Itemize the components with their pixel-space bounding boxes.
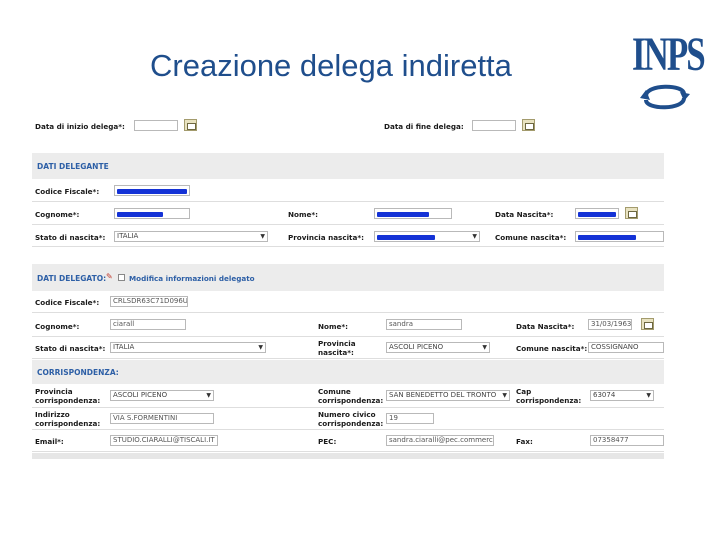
redaction-bar (377, 235, 435, 240)
corr-fax-label: Fax: (516, 437, 533, 446)
corr-provincia-label: Provincia corrispondenza: (35, 387, 101, 405)
delegato-stato-select[interactable]: ITALIA ▼ (110, 342, 266, 353)
delegante-stato-select[interactable]: ITALIA ▼ (114, 231, 268, 242)
delegante-name-row: Cognome*: Nome*: Data Nascita*: (32, 202, 664, 225)
date-range-row: Data di inizio delega*: Data di fine del… (32, 113, 664, 139)
corr-cap-select[interactable]: 63074 ▼ (590, 390, 654, 401)
delegato-comune-label: Comune nascita*: (516, 344, 588, 353)
corr-indirizzo-input[interactable]: VIA S.FORMENTINI (110, 413, 214, 424)
delegato-cf-label: Codice Fiscale*: (35, 298, 100, 307)
delegato-provincia-label: Provincia nascita*: (318, 339, 356, 357)
logo-text: INPS (632, 28, 706, 81)
delegato-birthdate-label: Data Nascita*: (516, 322, 575, 331)
dropdown-arrow-icon: ▼ (502, 392, 507, 399)
dropdown-arrow-icon: ▼ (472, 233, 477, 240)
delega-form-screenshot: Data di inizio delega*: Data di fine del… (32, 113, 664, 463)
slide-title: Creazione delega indiretta (150, 48, 512, 83)
redaction-bar (578, 212, 616, 217)
delegato-cf-input[interactable]: CRLSDR63C71D096U (110, 296, 188, 307)
dropdown-arrow-icon: ▼ (206, 392, 211, 399)
corr-cap-label: Cap corrispondenza: (516, 387, 582, 405)
dropdown-arrow-icon: ▼ (646, 392, 651, 399)
corr-pec-label: PEC: (318, 437, 337, 446)
calendar-icon[interactable] (641, 318, 654, 330)
delegante-comune-label: Comune nascita*: (495, 233, 567, 242)
delegante-stato-value: ITALIA (117, 232, 139, 240)
delegante-birthdate-input[interactable] (575, 208, 619, 219)
corr-fax-input[interactable]: 07358477 (590, 435, 664, 446)
redaction-bar (377, 212, 429, 217)
delegato-nome-input[interactable]: sandra (386, 319, 462, 330)
delegato-cf-row: Codice Fiscale*: CRLSDR63C71D096U (32, 291, 664, 313)
calendar-icon[interactable] (625, 207, 638, 219)
corr-civico-input[interactable]: 19 (386, 413, 434, 424)
corr-provincia-value: ASCOLI PICENO (113, 391, 168, 399)
corr-comune-select[interactable]: SAN BENEDETTO DEL TRONTO ▼ (386, 390, 510, 401)
delegato-provincia-select[interactable]: ASCOLI PICENO ▼ (386, 342, 490, 353)
corr-email-label: Email*: (35, 437, 64, 446)
modify-checkbox[interactable] (118, 274, 125, 281)
corr-pec-input[interactable]: sandra.ciaralli@pec.commerciali (386, 435, 494, 446)
delegato-birthplace-row: Stato di nascita*: ITALIA ▼ Provincia na… (32, 337, 664, 359)
delegato-comune-value: COSSIGNANO (591, 343, 639, 351)
delegato-comune-select[interactable]: COSSIGNANO (588, 342, 664, 353)
delegante-cf-input[interactable] (114, 185, 190, 196)
delegato-cognome-input[interactable]: ciarall (110, 319, 186, 330)
delegante-stato-label: Stato di nascita*: (35, 233, 106, 242)
delegante-section-title: DATI DELEGANTE (37, 162, 109, 171)
corrispondenza-location-row: Provincia corrispondenza: ASCOLI PICENO … (32, 384, 664, 408)
corr-comune-value: SAN BENEDETTO DEL TRONTO (389, 391, 497, 399)
calendar-icon[interactable] (522, 119, 535, 131)
delegante-nome-label: Nome*: (288, 210, 318, 219)
dropdown-arrow-icon: ▼ (482, 344, 487, 351)
corrispondenza-section-title: CORRISPONDENZA: (37, 368, 119, 377)
corrispondenza-contact-row: Email*: STUDIO.CIARALLI@TISCALI.IT PEC: … (32, 430, 664, 452)
circular-arrows-icon (640, 84, 690, 110)
dropdown-arrow-icon: ▼ (258, 344, 263, 351)
corr-indirizzo-label: Indirizzo corrispondenza: (35, 410, 101, 428)
redaction-bar (578, 235, 636, 240)
corrispondenza-address-row: Indirizzo corrispondenza: VIA S.FORMENTI… (32, 408, 664, 430)
modify-delegato-link[interactable]: Modifica informazioni delegato (129, 274, 255, 283)
delegante-comune-select[interactable] (575, 231, 664, 242)
delegante-cognome-label: Cognome*: (35, 210, 80, 219)
delegante-provincia-select[interactable]: ▼ (374, 231, 480, 242)
corr-email-input[interactable]: STUDIO.CIARALLI@TISCALI.IT (110, 435, 218, 446)
redaction-bar (117, 212, 163, 217)
delegante-cf-label: Codice Fiscale*: (35, 187, 100, 196)
end-date-input[interactable] (472, 120, 516, 131)
delegato-provincia-value: ASCOLI PICENO (389, 343, 444, 351)
calendar-icon[interactable] (184, 119, 197, 131)
corr-comune-label: Comune corrispondenza: (318, 387, 384, 405)
delegante-cognome-input[interactable] (114, 208, 190, 219)
start-date-input[interactable] (134, 120, 178, 131)
start-date-label: Data di inizio delega*: (35, 122, 125, 131)
inps-logo: INPS (632, 28, 706, 116)
pencil-icon[interactable]: ✎ (106, 272, 113, 281)
delegato-stato-label: Stato di nascita*: (35, 344, 106, 353)
delegato-stato-value: ITALIA (113, 343, 135, 351)
delegato-cognome-label: Cognome*: (35, 322, 80, 331)
corrispondenza-section-header: CORRISPONDENZA: (32, 360, 664, 384)
delegato-name-row: Cognome*: ciarall Nome*: sandra Data Nas… (32, 313, 664, 337)
delegante-cf-row: Codice Fiscale*: (32, 179, 664, 202)
delegante-section-header: DATI DELEGANTE (32, 153, 664, 179)
delegante-birthdate-label: Data Nascita*: (495, 210, 554, 219)
delegato-section-header: DATI DELEGATO: ✎ Modifica informazioni d… (32, 264, 664, 291)
corr-provincia-select[interactable]: ASCOLI PICENO ▼ (110, 390, 214, 401)
end-date-label: Data di fine delega: (384, 122, 464, 131)
corr-cap-value: 63074 (593, 391, 616, 399)
form-bottom-bar (32, 453, 664, 459)
redaction-bar (117, 189, 187, 194)
delegato-nome-label: Nome*: (318, 322, 348, 331)
dropdown-arrow-icon: ▼ (260, 233, 265, 240)
corr-civico-label: Numero civico corrispondenza: (318, 410, 384, 428)
delegante-provincia-label: Provincia nascita*: (288, 233, 364, 242)
delegante-nome-input[interactable] (374, 208, 452, 219)
delegante-birthplace-row: Stato di nascita*: ITALIA ▼ Provincia na… (32, 225, 664, 247)
delegato-birthdate-input[interactable]: 31/03/1963 (588, 319, 632, 330)
delegato-section-title: DATI DELEGATO: (37, 274, 107, 283)
